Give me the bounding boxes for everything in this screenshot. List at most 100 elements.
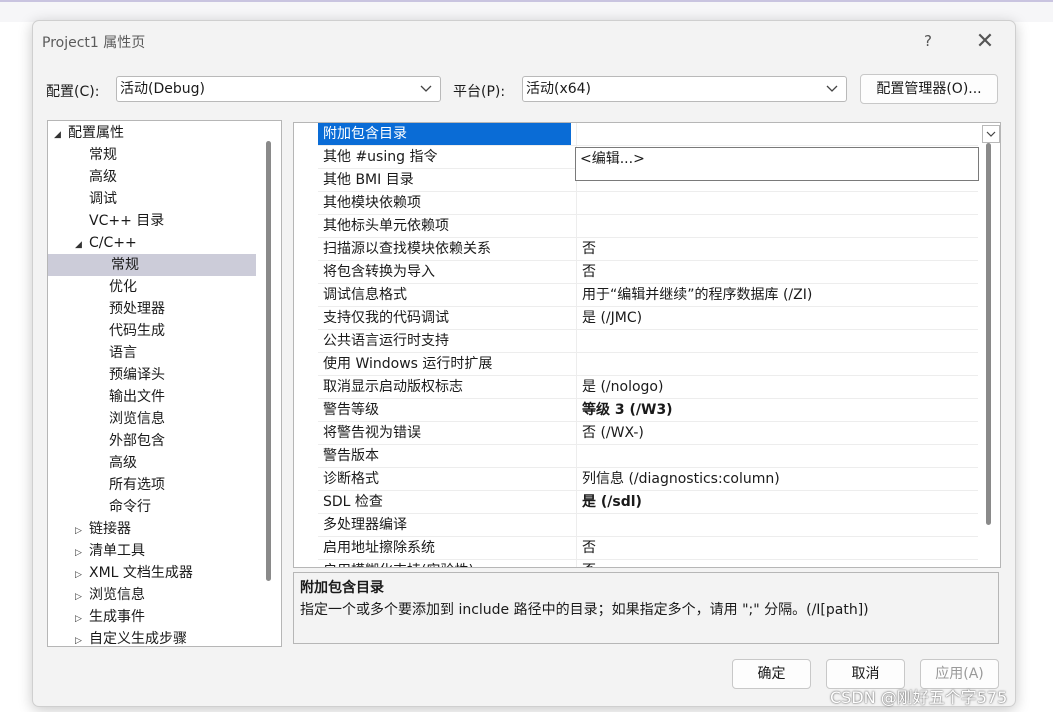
property-value[interactable]: 否	[576, 238, 971, 260]
tree-item[interactable]: 语言	[48, 342, 281, 364]
property-value[interactable]: 否	[576, 560, 971, 567]
tree-item-label: 常规	[111, 257, 139, 273]
property-name: 诊断格式	[323, 471, 379, 487]
tree-item-label: 优化	[109, 279, 137, 295]
property-row[interactable]: 诊断格式 列信息 (/diagnostics:column)	[318, 468, 978, 491]
expand-arrow-icon[interactable]: ▷	[75, 608, 89, 630]
collapse-arrow-icon[interactable]: ◢	[75, 234, 89, 256]
property-value[interactable]: 等级 3 (/W3)	[576, 399, 971, 421]
property-value[interactable]: 列信息 (/diagnostics:column)	[576, 468, 971, 490]
tree-item-label: 自定义生成步骤	[89, 631, 187, 647]
property-value[interactable]	[576, 445, 971, 467]
property-row[interactable]: 使用 Windows 运行时扩展	[318, 353, 978, 376]
tree-item[interactable]: 输出文件	[48, 386, 281, 408]
property-value[interactable]	[576, 215, 971, 237]
property-value[interactable]: 否	[576, 261, 971, 283]
property-name: 将包含转换为导入	[323, 264, 435, 280]
tree-item[interactable]: ▷ 浏览信息	[48, 584, 281, 608]
edit-option[interactable]: <编辑...>	[580, 151, 645, 167]
tree-item-label: 预编译头	[109, 367, 165, 383]
tree-item[interactable]: 所有选项	[48, 474, 281, 496]
expand-arrow-icon[interactable]: ▷	[75, 542, 89, 564]
property-name: 其他标头单元依赖项	[323, 218, 449, 234]
property-value[interactable]: 是 (/nologo)	[576, 376, 971, 398]
tree-scrollbar[interactable]	[266, 141, 271, 581]
value-dropdown-button[interactable]	[982, 125, 1000, 143]
config-manager-button[interactable]: 配置管理器(O)...	[860, 74, 998, 104]
tree-item[interactable]: 优化	[48, 276, 281, 298]
property-row[interactable]: SDL 检查 是 (/sdl)	[318, 491, 978, 514]
tree-item[interactable]: 预处理器	[48, 298, 281, 320]
property-row[interactable]: 将包含转换为导入 否	[318, 261, 978, 284]
tree-item[interactable]: ◢ 配置属性	[48, 122, 263, 144]
property-row[interactable]: 扫描源以查找模块依赖关系 否	[318, 238, 978, 261]
tree-item[interactable]: 外部包含	[48, 430, 281, 452]
tree-item-label: 高级	[109, 455, 137, 471]
tree-item[interactable]: 高级	[48, 452, 281, 474]
property-row[interactable]: 启用模糊化支持(实验性) 否	[318, 560, 978, 567]
tree-item-label: 生成事件	[89, 609, 145, 625]
property-row[interactable]: 警告版本	[318, 445, 978, 468]
tree-item[interactable]: ▷ 链接器	[48, 518, 281, 542]
tree-item[interactable]: 浏览信息	[48, 408, 281, 430]
expand-arrow-icon[interactable]: ▷	[75, 564, 89, 586]
tree-item-label: 链接器	[89, 521, 131, 537]
property-value[interactable]: 否	[576, 537, 971, 559]
expand-arrow-icon[interactable]: ▷	[75, 630, 89, 646]
config-dropdown-value: 活动(Debug)	[120, 81, 205, 97]
tree-item[interactable]: 常规	[48, 254, 256, 276]
help-button[interactable]: ?	[913, 28, 943, 54]
tree-item[interactable]: ▷ XML 文档生成器	[48, 562, 281, 586]
expand-arrow-icon[interactable]: ▷	[75, 586, 89, 608]
property-value[interactable]: 否 (/WX-)	[576, 422, 971, 444]
tree-item[interactable]: ▷ 清单工具	[48, 540, 281, 564]
collapse-arrow-icon[interactable]: ◢	[54, 124, 68, 146]
tree-item[interactable]: 调试	[48, 188, 281, 210]
property-value[interactable]: 用于“编辑并继续”的程序数据库 (/ZI)	[576, 284, 971, 306]
ok-button[interactable]: 确定	[732, 659, 811, 689]
description-text: 指定一个或多个要添加到 include 路径中的目录；如果指定多个，请用 ";"…	[300, 602, 869, 618]
tree-item-label: 浏览信息	[89, 587, 145, 603]
property-row[interactable]: 多处理器编译	[318, 514, 978, 537]
property-row[interactable]: 启用地址擦除系统 否	[318, 537, 978, 560]
property-row[interactable]: 支持仅我的代码调试 是 (/JMC)	[318, 307, 978, 330]
tree-item[interactable]: ◢ C/C++	[48, 232, 281, 256]
property-name: 启用模糊化支持(实验性)	[323, 560, 474, 567]
close-icon[interactable]: ✕	[970, 28, 1000, 54]
tree-item[interactable]: 预编译头	[48, 364, 281, 386]
property-name: SDL 检查	[323, 494, 383, 510]
property-row[interactable]: 将警告视为错误 否 (/WX-)	[318, 422, 978, 445]
property-value[interactable]	[576, 123, 971, 145]
property-value[interactable]	[576, 192, 971, 214]
window-title: Project1 属性页	[42, 35, 146, 51]
tree-item[interactable]: 命令行	[48, 496, 281, 518]
property-value[interactable]: 是 (/sdl)	[576, 491, 971, 513]
grid-scrollbar[interactable]	[986, 143, 991, 525]
property-value[interactable]: 是 (/JMC)	[576, 307, 971, 329]
property-row[interactable]: 警告等级 等级 3 (/W3)	[318, 399, 978, 422]
tree-item[interactable]: 代码生成	[48, 320, 281, 342]
property-row[interactable]: 公共语言运行时支持	[318, 330, 978, 353]
config-dropdown[interactable]: 活动(Debug)	[116, 76, 441, 102]
expand-arrow-icon[interactable]: ▷	[75, 520, 89, 542]
tree-item[interactable]: ▷ 生成事件	[48, 606, 281, 630]
tree-item[interactable]: 高级	[48, 166, 281, 188]
property-row[interactable]: 其他标头单元依赖项	[318, 215, 978, 238]
property-row[interactable]: 调试信息格式 用于“编辑并继续”的程序数据库 (/ZI)	[318, 284, 978, 307]
tree-item[interactable]: 常规	[48, 144, 281, 166]
platform-dropdown[interactable]: 活动(x64)	[522, 76, 847, 102]
property-row[interactable]: 取消显示启动版权标志 是 (/nologo)	[318, 376, 978, 399]
edit-popup[interactable]: <编辑...>	[575, 147, 979, 181]
tree-item[interactable]: ▷ 自定义生成步骤	[48, 628, 281, 647]
property-value[interactable]	[576, 353, 971, 375]
platform-dropdown-value: 活动(x64)	[526, 81, 592, 97]
property-name: 警告版本	[323, 448, 379, 464]
property-row[interactable]: 其他模块依赖项	[318, 192, 978, 215]
property-value[interactable]	[576, 330, 971, 352]
tree-item-label: 语言	[109, 345, 137, 361]
property-name: 其他 BMI 目录	[323, 172, 414, 188]
tree-item[interactable]: VC++ 目录	[48, 210, 281, 232]
property-row[interactable]: 附加包含目录	[318, 123, 1000, 146]
property-value[interactable]	[576, 514, 971, 536]
property-name: 取消显示启动版权标志	[323, 379, 463, 395]
